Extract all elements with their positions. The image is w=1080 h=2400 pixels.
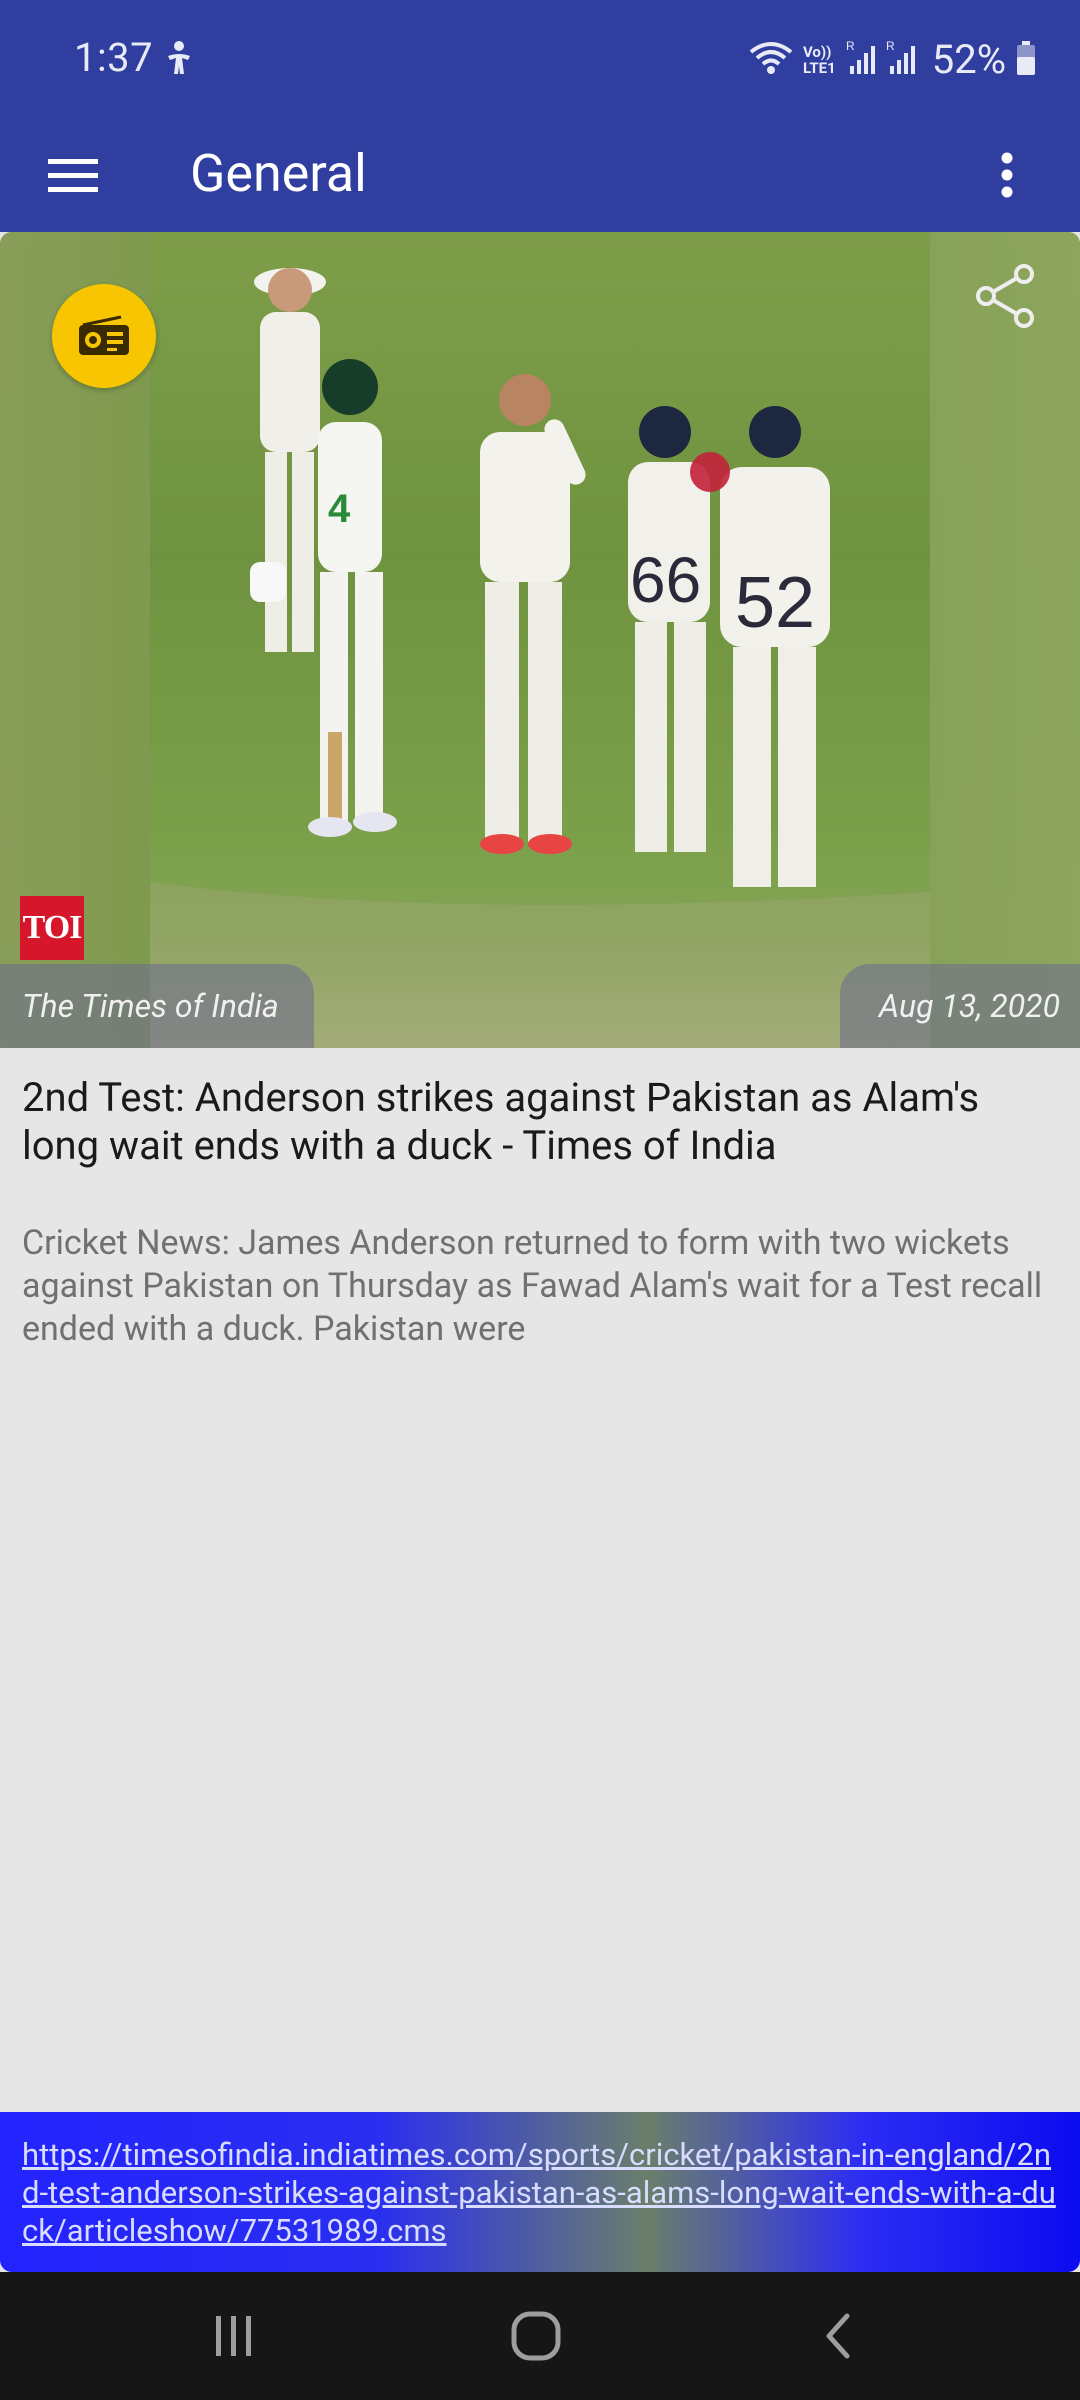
accessibility-icon (164, 40, 194, 80)
battery-icon (1016, 40, 1036, 79)
photo-main: 4 66 52 (150, 232, 930, 1048)
svg-text:R: R (846, 40, 855, 53)
network-label: Vo)) LTE1 (803, 44, 836, 76)
article-url-link[interactable]: https://timesofindia.indiatimes.com/spor… (22, 2136, 1058, 2250)
page-title: General (190, 143, 367, 204)
more-vert-icon[interactable] (974, 142, 1040, 208)
status-time: 1:37 (74, 34, 154, 81)
signal-icon: R (846, 39, 876, 80)
battery-percent: 52% (931, 36, 1006, 83)
share-icon[interactable] (970, 260, 1042, 332)
article-image[interactable]: 4 66 52 TOI The Times of India Aug 13, 2… (0, 232, 1080, 1048)
system-nav-bar (0, 2272, 1080, 2400)
app-bar: General (0, 118, 1080, 232)
wifi-icon (749, 40, 793, 80)
photo-blur-right (930, 232, 1080, 1048)
cricketers-illustration: 4 66 52 (150, 268, 930, 1048)
network-label-bottom: LTE1 (802, 58, 836, 77)
status-bar: 1:37 Vo)) LTE1 R R 52% (0, 0, 1080, 118)
svg-text:4: 4 (328, 487, 351, 531)
svg-text:R: R (886, 40, 895, 53)
hamburger-menu-icon[interactable] (40, 142, 106, 208)
svg-text:66: 66 (630, 544, 701, 616)
back-icon[interactable] (798, 2296, 878, 2376)
radio-icon[interactable] (52, 284, 156, 388)
home-icon[interactable] (496, 2296, 576, 2376)
network-label-top: Vo)) (802, 42, 832, 61)
signal-icon-2: R (886, 39, 916, 80)
status-icons: Vo)) LTE1 R R 52% (749, 36, 1036, 83)
publish-date: Aug 13, 2020 (840, 964, 1080, 1048)
article-summary: Cricket News: James Anderson returned to… (22, 1223, 1043, 1349)
recent-apps-icon[interactable] (194, 2296, 274, 2376)
article-card[interactable]: 4 66 52 TOI The Times of India Aug 13, 2… (0, 232, 1080, 1349)
svg-text:52: 52 (735, 563, 815, 643)
article-url-bar: https://timesofindia.indiatimes.com/spor… (0, 2112, 1080, 2272)
source-name: The Times of India (0, 964, 314, 1048)
article-headline[interactable]: 2nd Test: Anderson strikes against Pakis… (22, 1074, 1052, 1170)
source-logo: TOI (20, 896, 84, 960)
